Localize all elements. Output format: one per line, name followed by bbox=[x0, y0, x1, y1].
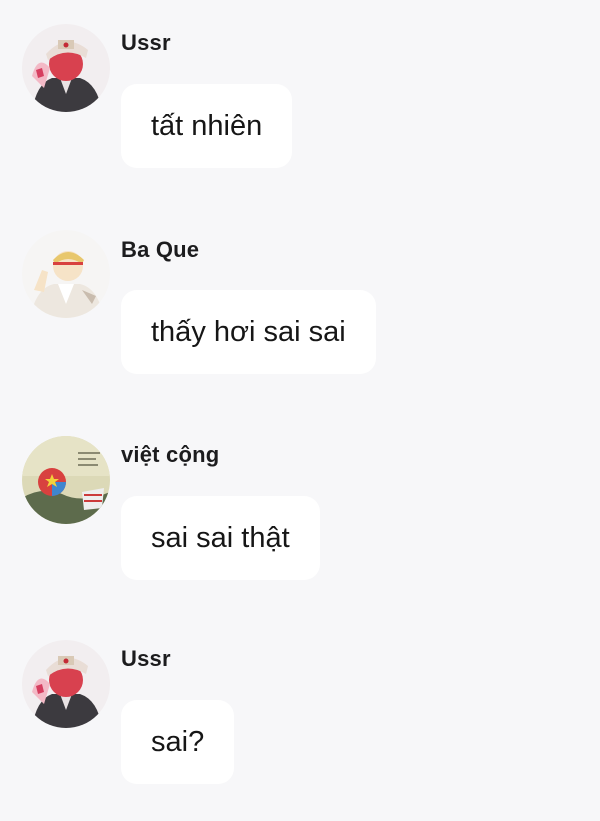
ussr-avatar-icon[interactable] bbox=[22, 640, 110, 728]
message-bubble[interactable]: sai? bbox=[121, 700, 235, 784]
viet-cong-avatar-icon[interactable] bbox=[22, 436, 110, 524]
ussr-avatar-icon[interactable] bbox=[22, 24, 110, 112]
sender-name: Ussr bbox=[121, 646, 171, 671]
message-bubble[interactable]: sai sai thật bbox=[121, 496, 320, 580]
message-bubble[interactable]: tất nhiên bbox=[121, 84, 293, 168]
sender-name: việt cộng bbox=[121, 442, 220, 467]
message-bubble[interactable]: thấy hơi sai sai bbox=[121, 290, 376, 374]
sender-name: Ussr bbox=[121, 30, 171, 55]
ba-que-avatar-icon[interactable] bbox=[22, 230, 110, 318]
sender-name: Ba Que bbox=[121, 237, 200, 262]
